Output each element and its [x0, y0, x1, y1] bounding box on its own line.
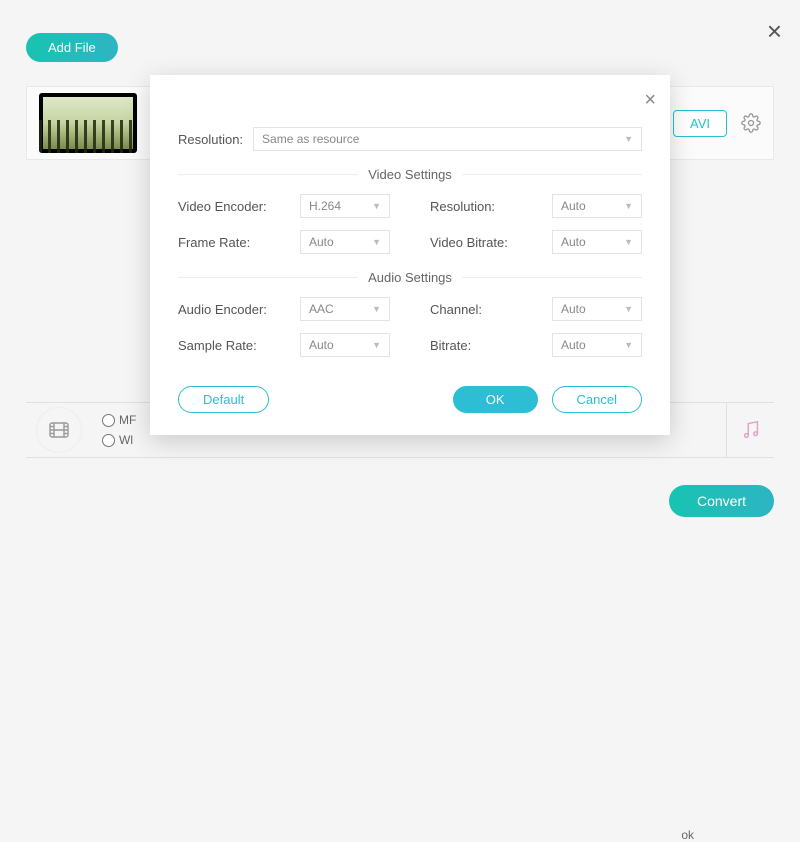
truncated-text: ok [681, 828, 694, 842]
channel-select[interactable]: Auto▼ [552, 297, 642, 321]
frame-rate-select[interactable]: Auto▼ [300, 230, 390, 254]
audio-bitrate-label: Bitrate: [430, 338, 471, 353]
format-radio-group: MF Wl [102, 413, 136, 447]
sample-rate-label: Sample Rate: [178, 338, 257, 353]
convert-button[interactable]: Convert [669, 485, 774, 517]
audio-settings-header: Audio Settings [178, 270, 642, 285]
resolution-select[interactable]: Same as resource▼ [253, 127, 642, 151]
chevron-down-icon: ▼ [372, 340, 381, 350]
video-resolution-select[interactable]: Auto▼ [552, 194, 642, 218]
chevron-down-icon: ▼ [624, 237, 633, 247]
video-resolution-label: Resolution: [430, 199, 495, 214]
video-encoder-label: Video Encoder: [178, 199, 267, 214]
resolution-label: Resolution: [178, 132, 243, 147]
default-button[interactable]: Default [178, 386, 269, 413]
video-encoder-select[interactable]: H.264▼ [300, 194, 390, 218]
gear-icon[interactable] [741, 113, 761, 133]
sample-rate-select[interactable]: Auto▼ [300, 333, 390, 357]
chevron-down-icon: ▼ [624, 201, 633, 211]
format-radio-option-2[interactable]: Wl [102, 433, 136, 447]
ok-button[interactable]: OK [453, 386, 538, 413]
cancel-button[interactable]: Cancel [552, 386, 642, 413]
chevron-down-icon: ▼ [624, 304, 633, 314]
audio-category-icon[interactable] [726, 403, 774, 457]
audio-bitrate-select[interactable]: Auto▼ [552, 333, 642, 357]
settings-dialog: × Resolution: Same as resource▼ Video Se… [150, 75, 670, 435]
app-close-icon[interactable]: × [767, 16, 782, 47]
video-bitrate-label: Video Bitrate: [430, 235, 508, 250]
format-radio-option-1[interactable]: MF [102, 413, 136, 427]
video-thumbnail[interactable] [39, 93, 137, 153]
chevron-down-icon: ▼ [372, 201, 381, 211]
chevron-down-icon: ▼ [372, 304, 381, 314]
chevron-down-icon: ▼ [372, 237, 381, 247]
output-format-button[interactable]: AVI [673, 110, 727, 137]
video-bitrate-select[interactable]: Auto▼ [552, 230, 642, 254]
video-settings-header: Video Settings [178, 167, 642, 182]
channel-label: Channel: [430, 302, 482, 317]
video-category-icon[interactable] [36, 407, 82, 453]
audio-encoder-label: Audio Encoder: [178, 302, 267, 317]
audio-encoder-select[interactable]: AAC▼ [300, 297, 390, 321]
add-file-button[interactable]: Add File [26, 33, 118, 62]
chevron-down-icon: ▼ [624, 340, 633, 350]
close-icon[interactable]: × [644, 89, 656, 112]
chevron-down-icon: ▼ [624, 134, 633, 144]
frame-rate-label: Frame Rate: [178, 235, 250, 250]
